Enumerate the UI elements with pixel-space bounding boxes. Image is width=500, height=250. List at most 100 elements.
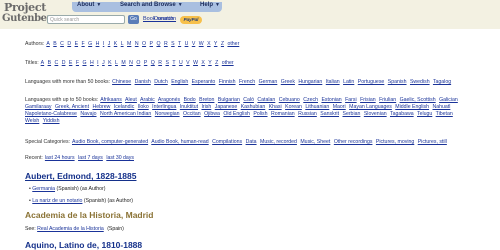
language-link[interactable]: French [239, 79, 255, 85]
quick-search-input[interactable]: Quick search [47, 15, 125, 24]
language-link[interactable]: Norwegian [155, 111, 180, 117]
author-letter-link[interactable]: D [67, 41, 71, 47]
language-link[interactable]: Sanskrit [320, 111, 339, 117]
special-category-link[interactable]: Pictures, moving [376, 139, 414, 145]
author-letter-link[interactable]: L [121, 41, 124, 47]
author-letter-link[interactable]: C [60, 41, 64, 47]
language-link[interactable]: Farsi [345, 97, 357, 103]
next-author-heading[interactable]: Aquino, Latino de, 1810-1888 [25, 240, 142, 250]
language-link[interactable]: Irish [201, 104, 211, 110]
language-link[interactable]: Icelandic [114, 104, 134, 110]
author-letter-link[interactable]: J [108, 41, 111, 47]
language-link[interactable]: Serbian [342, 111, 360, 117]
language-link[interactable]: Tagabawa [390, 111, 414, 117]
title-letter-link[interactable]: R [158, 60, 162, 66]
special-category-link[interactable]: Music, Sheet [300, 139, 330, 145]
language-link[interactable]: Yiddish [43, 118, 60, 124]
language-link[interactable]: North American Indian [100, 111, 151, 117]
title-letter-link[interactable]: Y [208, 60, 211, 66]
nav-search-browse[interactable]: Search and Browse ▼ [120, 2, 183, 8]
language-link[interactable]: Arabic [140, 97, 155, 103]
recent-link[interactable]: last 30 days [106, 155, 134, 161]
language-link[interactable]: Navajo [80, 111, 96, 117]
language-link[interactable]: Cebuano [279, 97, 300, 103]
language-link[interactable]: Tagalog [433, 79, 451, 85]
language-link[interactable]: Old English [223, 111, 250, 117]
language-link[interactable]: Mayan Languages [349, 104, 392, 110]
recent-link[interactable]: last 7 days [78, 155, 103, 161]
language-link[interactable]: Occitan [183, 111, 201, 117]
title-letter-link[interactable]: Q [151, 60, 155, 66]
language-link[interactable]: Gamilaraay [25, 104, 52, 110]
language-link[interactable]: Estonian [321, 97, 341, 103]
title-letter-link[interactable]: F [76, 60, 79, 66]
author-letter-link[interactable]: P [150, 41, 153, 47]
work-link[interactable]: La nariz de un notario [32, 198, 82, 204]
language-link[interactable]: Lithuanian [305, 104, 329, 110]
title-letter-link[interactable]: C [55, 60, 59, 66]
author-letter-link[interactable]: A [46, 41, 49, 47]
go-button[interactable]: Go [128, 15, 139, 24]
author-letter-link[interactable]: V [192, 41, 195, 47]
author-letter-link[interactable]: I [103, 41, 104, 47]
language-link[interactable]: Aleut [125, 97, 137, 103]
author-letter-link[interactable]: S [171, 41, 174, 47]
title-letter-link[interactable]: T [172, 60, 175, 66]
author-letter-link[interactable]: Y [214, 41, 217, 47]
language-link[interactable]: Welsh [25, 118, 39, 124]
title-letter-link[interactable]: H [90, 60, 94, 66]
language-link[interactable]: English [171, 79, 188, 85]
title-letter-link[interactable]: W [193, 60, 198, 66]
language-link[interactable]: Greek [281, 79, 295, 85]
language-link[interactable]: Napoletano-Calabrese [25, 111, 77, 117]
language-link[interactable]: Frisian [360, 97, 376, 103]
special-category-link[interactable]: Other recordings [334, 139, 373, 145]
author-letter-link[interactable]: Z [221, 41, 224, 47]
author-letter-link[interactable]: B [53, 41, 56, 47]
language-link[interactable]: Aragonés [158, 97, 180, 103]
title-letter-link[interactable]: G [82, 60, 86, 66]
author-letter-link[interactable]: other [227, 41, 239, 47]
recent-link[interactable]: last 24 hours [45, 155, 75, 161]
language-link[interactable]: Czech [303, 97, 318, 103]
language-link[interactable]: Ojibwa [204, 111, 220, 117]
language-link[interactable]: Slovenian [364, 111, 387, 117]
title-letter-link[interactable]: J [102, 60, 105, 66]
language-link[interactable]: Russian [298, 111, 317, 117]
language-link[interactable]: Maori [333, 104, 346, 110]
language-link[interactable]: Romanian [271, 111, 295, 117]
site-logo[interactable]: Project Gutenberg [2, 0, 58, 28]
see-link[interactable]: Real Academia de la Historia [37, 226, 104, 232]
language-link[interactable]: Telugu [417, 111, 432, 117]
title-letter-link[interactable]: M [121, 60, 125, 66]
language-link[interactable]: Hungarian [298, 79, 322, 85]
language-link[interactable]: Finnish [219, 79, 236, 85]
language-link[interactable]: Caló [243, 97, 254, 103]
author-letter-link[interactable]: H [96, 41, 100, 47]
language-link[interactable]: Greek, Ancient [55, 104, 89, 110]
language-link[interactable]: Gaelic, Scottish [400, 97, 436, 103]
title-letter-link[interactable]: A [41, 60, 44, 66]
author-heading-link[interactable]: Aubert, Edmond, 1828-1885 [25, 171, 136, 181]
language-link[interactable]: Afrikaans [100, 97, 122, 103]
language-link[interactable]: Chinese [112, 79, 131, 85]
language-link[interactable]: Tibetan [436, 111, 453, 117]
language-link[interactable]: Kashubian [241, 104, 266, 110]
special-category-link[interactable]: Pictures, still [418, 139, 447, 145]
author-letter-link[interactable]: G [88, 41, 92, 47]
language-link[interactable]: Bodo [184, 97, 196, 103]
language-link[interactable]: Khasi [269, 104, 282, 110]
title-letter-link[interactable]: V [186, 60, 189, 66]
language-link[interactable]: Swedish [410, 79, 430, 85]
language-link[interactable]: Spanish [388, 79, 407, 85]
language-link[interactable]: German [259, 79, 278, 85]
language-link[interactable]: Italian [326, 79, 340, 85]
author-letter-link[interactable]: X [207, 41, 210, 47]
author-letter-link[interactable]: T [178, 41, 181, 47]
paypal-button[interactable]: PayPal [180, 16, 202, 24]
language-link[interactable]: Japanese [215, 104, 238, 110]
title-letter-link[interactable]: E [69, 60, 72, 66]
language-link[interactable]: Inuktitut [180, 104, 198, 110]
title-letter-link[interactable]: K [108, 60, 111, 66]
author-letter-link[interactable]: F [82, 41, 85, 47]
